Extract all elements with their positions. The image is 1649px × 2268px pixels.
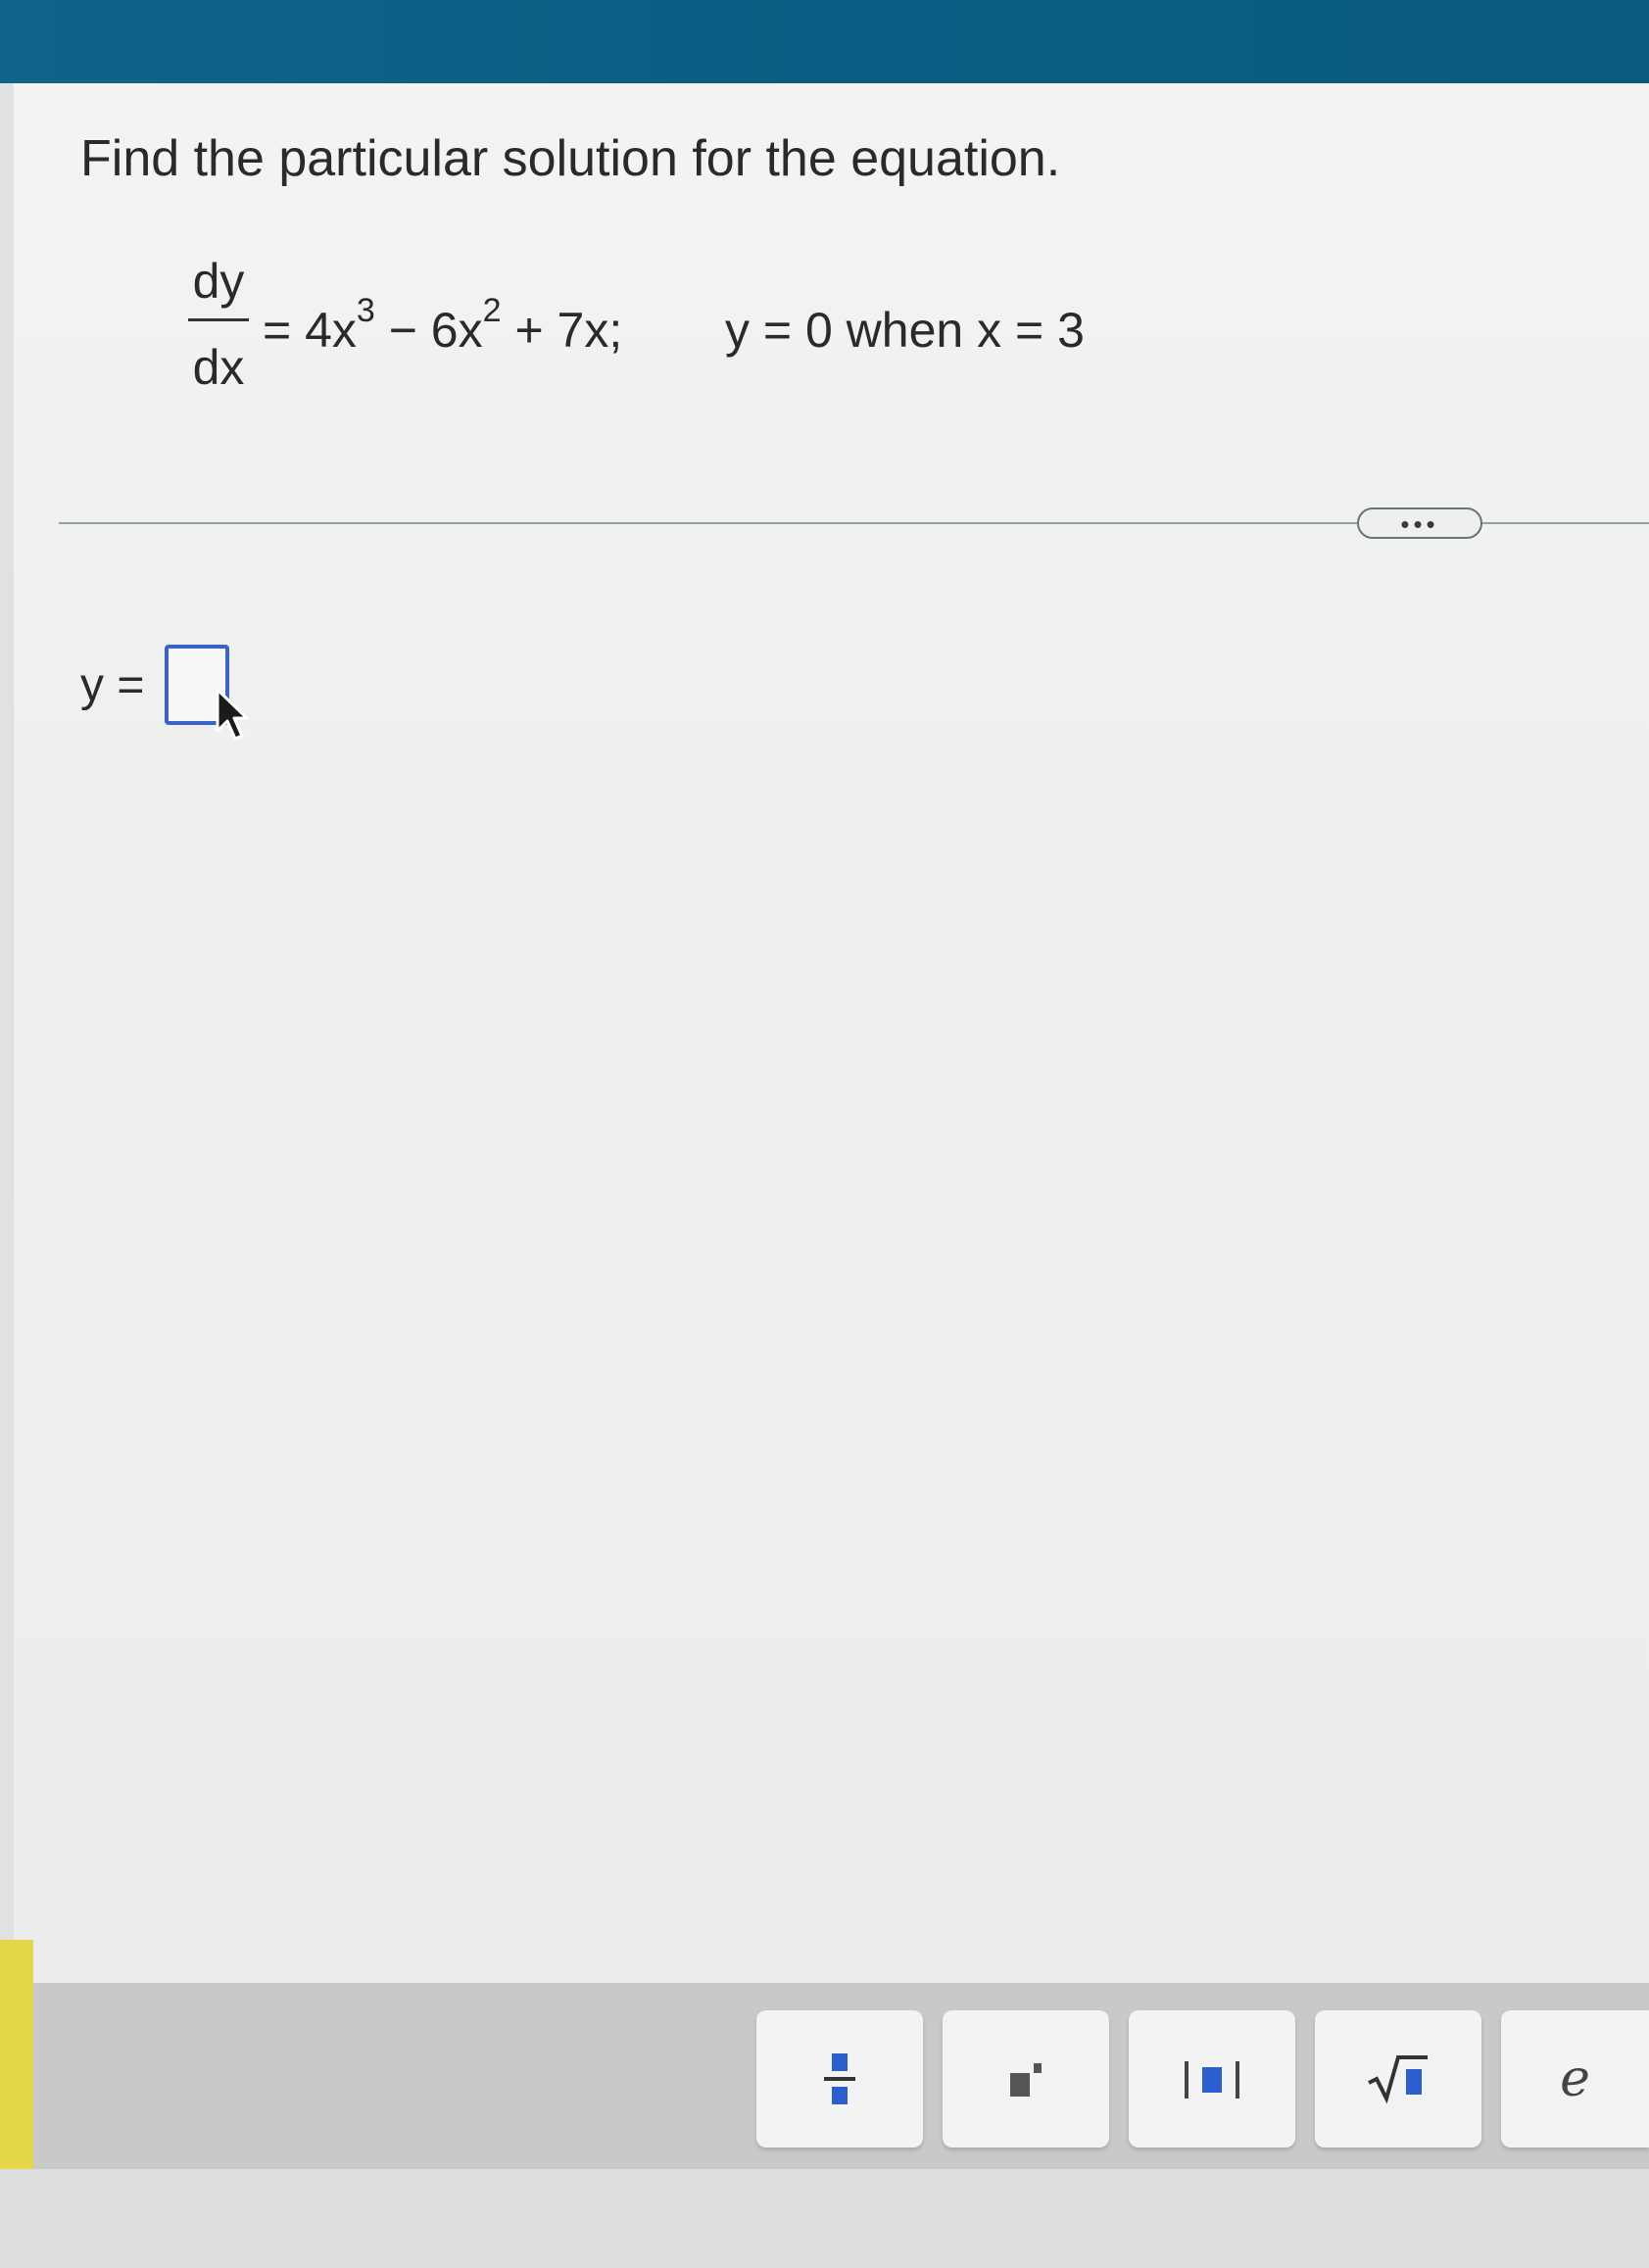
equation-right-side: = 4x3 − 6x2 + 7x; bbox=[263, 292, 623, 359]
top-bar bbox=[0, 0, 1649, 83]
euler-e-icon: e bbox=[1560, 2050, 1590, 2108]
term-6x: − 6x bbox=[374, 303, 483, 358]
exponent-icon bbox=[1010, 2063, 1042, 2097]
question-page bbox=[14, 83, 1649, 1984]
mouse-pointer-icon bbox=[216, 688, 249, 741]
term-7x: + 7x; bbox=[501, 303, 623, 358]
exponent-3: 3 bbox=[356, 292, 375, 329]
square-root-button[interactable] bbox=[1315, 2010, 1481, 2147]
fraction-denominator: dx bbox=[192, 340, 245, 395]
question-prompt: Find the particular solution for the equ… bbox=[80, 130, 1061, 187]
absolute-value-icon bbox=[1185, 2061, 1239, 2099]
absolute-value-button[interactable] bbox=[1129, 2010, 1295, 2147]
more-options-button[interactable]: ••• bbox=[1357, 507, 1482, 539]
side-accent bbox=[0, 1940, 33, 2175]
term-4x: = 4x bbox=[263, 303, 357, 358]
initial-condition: y = 0 when x = 3 bbox=[725, 303, 1085, 358]
answer-label: y = bbox=[80, 659, 145, 711]
fraction-numerator: dy bbox=[192, 254, 245, 309]
exponent-button[interactable] bbox=[943, 2010, 1109, 2147]
fraction-button[interactable] bbox=[756, 2010, 923, 2147]
square-root-icon bbox=[1368, 2055, 1428, 2104]
exponent-2: 2 bbox=[482, 292, 502, 329]
euler-e-button[interactable]: e bbox=[1501, 2010, 1649, 2147]
bottom-area bbox=[0, 2169, 1649, 2268]
fraction-icon bbox=[824, 2053, 855, 2104]
fraction-bar bbox=[188, 318, 249, 321]
